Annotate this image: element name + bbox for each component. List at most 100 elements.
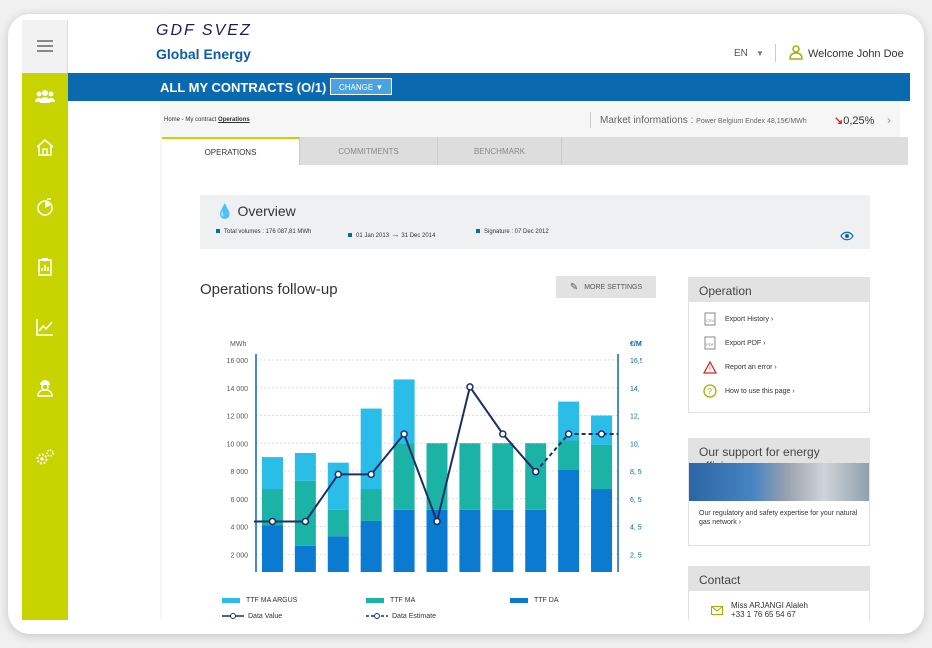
support-text[interactable]: Our regulatory and safety expertise for … — [699, 509, 864, 527]
bar-ttf-da — [525, 509, 547, 572]
point-data-value — [334, 470, 343, 479]
point-data-value — [301, 517, 310, 526]
y-tick-right: 12, 50 — [630, 414, 642, 421]
bar-ttf-da — [360, 520, 382, 572]
operations-title: Operations follow-up — [200, 281, 338, 298]
tab-benchmark[interactable]: BENCHMARK — [438, 137, 562, 165]
home-icon[interactable] — [22, 129, 68, 165]
contact-panel: Contact Miss ARJANGI Alaleh +33 1 76 65 5… — [688, 566, 870, 620]
legend-data-value: Data Value — [222, 612, 282, 620]
bar-ttf-da — [492, 509, 514, 572]
contracts-title: ALL MY CONTRACTS (O/1) — [160, 80, 327, 95]
hamburger-icon[interactable] — [37, 40, 53, 55]
pie-chart-icon[interactable] — [22, 189, 68, 225]
export-pdf-link[interactable]: PDF Export PDF › — [703, 336, 765, 350]
y-tick-left: 16 000 — [227, 358, 249, 365]
bar-ttf-da — [459, 509, 481, 572]
y-tick-right: 2, 50 — [630, 552, 642, 559]
gears-icon[interactable] — [22, 439, 68, 475]
signature-date: Signature : 07 Dec 2012 — [476, 229, 549, 235]
eye-icon[interactable] — [840, 228, 854, 246]
brand-logo-top: GDF SVEZ — [156, 22, 252, 39]
point-data-value — [433, 517, 441, 526]
svg-text:CSV: CSV — [706, 318, 715, 323]
contact-info: Miss ARJANGI Alaleh +33 1 76 65 54 67 — [731, 601, 808, 619]
svg-text:PDF: PDF — [706, 342, 715, 347]
flame-icon: 💧 — [216, 203, 234, 219]
bar-ttf-ma — [525, 443, 547, 510]
bar-ttf-ma — [591, 444, 613, 490]
line-chart-icon[interactable] — [22, 309, 68, 345]
operation-panel: Operation CSV Export History › PDF Export … — [688, 277, 870, 413]
y-tick-right: 4, 50 — [630, 525, 642, 532]
y-tick-right: 8, 50 — [630, 469, 642, 476]
tab-operations[interactable]: OPERATIONS — [162, 137, 300, 165]
chevron-down-icon[interactable]: ▼ — [756, 49, 764, 58]
pencil-icon: ✎ — [569, 281, 579, 293]
support-panel[interactable]: Our support for energy efficiency Our re… — [688, 438, 870, 546]
overview-title: 💧 Overview — [216, 203, 296, 219]
bar-ttf-da — [327, 536, 349, 572]
contact-panel-title: Contact — [689, 567, 869, 591]
svg-text:?: ? — [708, 387, 713, 396]
y-tick-right: 10, 50 — [630, 441, 642, 448]
point-data-estimate — [531, 467, 540, 476]
arrow-right-icon: → — [390, 229, 400, 239]
change-contract-button[interactable]: CHANGE ▼ — [330, 78, 393, 95]
help-icon: ? — [703, 384, 717, 398]
more-settings-button[interactable]: ✎ MORE SETTINGS — [556, 276, 656, 298]
legend-ttf-ma-argus: TTF MA ARGUS — [222, 597, 297, 604]
header-divider — [775, 44, 776, 62]
app-screen: GDF SVEZ Global Energy EN ▼ Welcome John… — [22, 20, 910, 620]
language-selector[interactable]: EN — [734, 48, 748, 59]
legend-ttf-da: TTF DA — [510, 597, 559, 604]
market-change: ↘0,25% — [834, 114, 874, 127]
trend-down-icon: ↘ — [834, 115, 844, 127]
bar-ttf-da — [558, 469, 580, 572]
bar-ttf-ma-argus — [294, 452, 316, 481]
y-tick-left: 14 000 — [227, 386, 249, 393]
y-tick-right: 6, 50 — [630, 497, 642, 504]
point-data-value — [268, 517, 277, 526]
bar-ttf-ma — [459, 443, 481, 510]
export-history-link[interactable]: CSV Export History › — [703, 312, 773, 326]
y-tick-left: 4 000 — [230, 525, 248, 532]
users-icon[interactable] — [22, 79, 68, 115]
engineer-icon[interactable] — [22, 369, 68, 405]
y-axis-left-label: MWh — [230, 341, 246, 348]
operations-chart: MWh €/MWh 16 000 16,50 14 000 14, 50 12 000 12,… — [227, 341, 642, 572]
report-error-link[interactable]: ! Report an error › — [703, 360, 777, 374]
y-tick-right: 14, 50 — [630, 386, 642, 393]
support-photo — [689, 463, 869, 501]
svg-text:!: ! — [709, 366, 711, 373]
user-icon[interactable] — [788, 44, 804, 65]
market-divider — [590, 112, 591, 128]
chevron-right-icon[interactable]: › — [887, 113, 891, 127]
y-tick-left: 6 000 — [230, 497, 248, 504]
welcome-text[interactable]: Welcome John Doe — [808, 48, 904, 60]
market-info: Market informations : Power Belgium Ende… — [600, 115, 807, 126]
bar-ttf-ma — [558, 440, 580, 470]
mail-icon[interactable] — [711, 602, 723, 620]
point-data-estimate — [597, 430, 606, 438]
breadcrumb-home[interactable]: Home - My contract — [164, 117, 216, 123]
contract-period: 01 Jan 2013 → 31 Dec 2014 — [348, 229, 435, 239]
tab-commitments[interactable]: COMMITMENTS — [300, 137, 438, 165]
breadcrumb-current: Operations — [218, 117, 250, 123]
menu-toggle-area[interactable] — [22, 20, 68, 73]
device-frame: GDF SVEZ Global Energy EN ▼ Welcome John… — [8, 14, 924, 634]
tab-bar-filler — [562, 137, 908, 165]
clipboard-icon[interactable] — [22, 249, 68, 285]
bar-ttf-da — [261, 525, 283, 572]
breadcrumb: Home - My contract Operations — [164, 117, 250, 123]
market-label: Market informations : — [600, 115, 694, 126]
help-link[interactable]: ? How to use this page › — [703, 384, 795, 398]
contracts-bar: ALL MY CONTRACTS (O/1) CHANGE ▼ — [68, 73, 910, 107]
bar-ttf-da — [294, 545, 316, 572]
bar-ttf-ma — [360, 489, 382, 521]
market-detail: Power Belgium Endex 48,15€/MWh — [696, 118, 807, 125]
y-tick-right: 16,50 — [630, 358, 642, 365]
bar-ttf-da — [591, 489, 613, 572]
point-data-value — [499, 430, 507, 438]
y-tick-left: 12 000 — [227, 414, 249, 421]
